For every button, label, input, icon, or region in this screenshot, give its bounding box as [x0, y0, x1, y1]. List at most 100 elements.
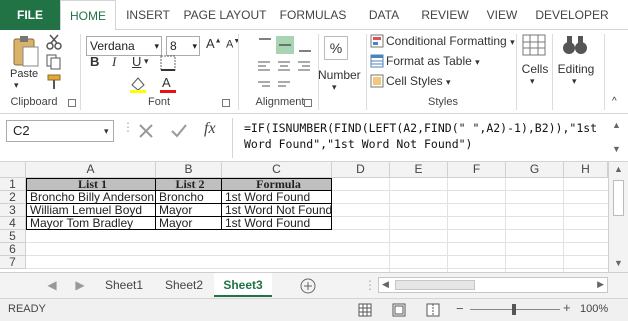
column-header[interactable]: B	[156, 162, 222, 178]
cancel-icon[interactable]	[138, 123, 154, 139]
paste-icon[interactable]	[10, 34, 40, 68]
vertical-scrollbar[interactable]: ▲ ▼	[608, 162, 628, 272]
underline-dropdown-icon[interactable]: ▾	[144, 56, 149, 67]
font-size-combo[interactable]: 8 ▾	[166, 36, 200, 56]
percent-style-icon[interactable]: %	[324, 36, 348, 60]
insert-function-icon[interactable]: fx	[204, 120, 216, 138]
page-layout-view-icon[interactable]	[392, 303, 406, 317]
cells-dropdown-icon[interactable]: ▾	[530, 76, 535, 87]
tab-review[interactable]: REVIEW	[414, 0, 476, 30]
format-as-table-button[interactable]: Format as Table ▾	[386, 54, 480, 68]
font-name-dropdown-icon[interactable]: ▾	[154, 37, 159, 55]
column-header[interactable]: H	[564, 162, 608, 178]
scroll-left-icon[interactable]: ◀	[382, 279, 389, 290]
format-painter-icon[interactable]	[46, 74, 62, 90]
tab-split-icon[interactable]: ⋮	[364, 273, 376, 297]
enter-icon[interactable]	[170, 123, 188, 139]
conditional-formatting-icon[interactable]	[370, 34, 384, 48]
column-header[interactable]: A	[26, 162, 156, 178]
horizontal-align-icons[interactable]	[256, 58, 316, 76]
new-sheet-icon[interactable]	[300, 278, 316, 294]
scroll-right-icon[interactable]: ▶	[597, 279, 604, 290]
cells-button[interactable]: Cells	[520, 62, 550, 76]
font-launcher-icon[interactable]	[222, 99, 230, 107]
cell-c2[interactable]: 1st Word Found	[222, 191, 332, 204]
indent-icons[interactable]	[256, 78, 316, 94]
tab-developer[interactable]: DEVELOPER	[530, 0, 614, 30]
number-group-button[interactable]: Number	[318, 68, 361, 82]
italic-button[interactable]: I	[112, 54, 116, 70]
cell-c4[interactable]: 1st Word Found	[222, 217, 332, 230]
tab-view[interactable]: VIEW	[478, 0, 526, 30]
tab-formulas[interactable]: FORMULAS	[274, 0, 352, 30]
tab-insert[interactable]: INSERT	[118, 0, 178, 30]
font-color-icon[interactable]: A	[158, 75, 178, 93]
zoom-out-icon[interactable]: −	[456, 301, 464, 316]
clipboard-launcher-icon[interactable]	[68, 99, 76, 107]
vertical-align-icons[interactable]	[256, 36, 316, 54]
formula-bar-scroll-up-icon[interactable]: ▲	[612, 120, 621, 130]
binoculars-icon[interactable]	[562, 34, 588, 56]
copy-icon[interactable]	[46, 54, 62, 70]
select-all-corner[interactable]	[0, 162, 26, 178]
alignment-launcher-icon[interactable]	[304, 99, 312, 107]
zoom-in-icon[interactable]: +	[563, 300, 571, 315]
formula-input[interactable]: =IF(ISNUMBER(FIND(LEFT(A2,FIND(" ",A2)-1…	[244, 120, 614, 152]
scroll-up-icon[interactable]: ▲	[614, 164, 623, 174]
cell-styles-icon[interactable]	[370, 74, 384, 88]
editing-dropdown-icon[interactable]: ▾	[572, 76, 577, 87]
header-cell-c1[interactable]: Formula	[222, 178, 332, 191]
name-box-dropdown-icon[interactable]: ▾	[104, 126, 109, 137]
cell-a4[interactable]: Mayor Tom Bradley	[27, 217, 155, 230]
editing-button[interactable]: Editing	[556, 62, 596, 76]
column-header[interactable]: C	[222, 162, 332, 178]
underline-button[interactable]: U	[132, 54, 141, 69]
font-size-dropdown-icon[interactable]: ▾	[192, 37, 197, 55]
column-header[interactable]: D	[332, 162, 390, 178]
tab-home[interactable]: HOME	[60, 0, 116, 31]
fill-color-icon[interactable]	[128, 75, 148, 93]
zoom-slider-thumb[interactable]	[512, 304, 516, 315]
format-as-table-icon[interactable]	[370, 54, 384, 68]
number-dropdown-icon[interactable]: ▾	[332, 82, 337, 93]
cell-a3[interactable]: William Lemuel Boyd	[27, 204, 155, 217]
sheet-tab-sheet1[interactable]: Sheet1	[96, 273, 152, 297]
formula-bar-scroll-down-icon[interactable]: ▼	[612, 144, 621, 154]
font-name-combo[interactable]: Verdana ▾	[86, 36, 162, 56]
borders-icon[interactable]	[160, 55, 178, 71]
scroll-down-icon[interactable]: ▼	[614, 258, 623, 268]
sheet-tab-sheet3[interactable]: Sheet3	[214, 273, 272, 297]
next-sheet-icon[interactable]: ▶	[70, 273, 90, 297]
tab-file[interactable]: FILE	[0, 0, 60, 30]
cells-icon[interactable]	[522, 34, 546, 56]
horizontal-scrollbar[interactable]: ◀ ▶	[378, 277, 608, 293]
horizontal-scroll-thumb[interactable]	[395, 280, 475, 290]
previous-sheet-icon[interactable]: ◀	[42, 273, 62, 297]
cell-b4[interactable]: Mayor	[156, 217, 221, 230]
cell-b3[interactable]: Mayor	[156, 204, 221, 217]
paste-label[interactable]: Paste	[10, 68, 38, 80]
name-box[interactable]: C2	[6, 120, 114, 142]
column-header[interactable]: F	[448, 162, 506, 178]
collapse-ribbon-icon[interactable]: ^	[612, 96, 617, 107]
tab-page-layout[interactable]: PAGE LAYOUT	[180, 0, 270, 30]
cell-a2[interactable]: Broncho Billy Anderson	[27, 191, 155, 204]
paste-dropdown-icon[interactable]: ▾	[14, 80, 19, 91]
sheet-tab-sheet2[interactable]: Sheet2	[156, 273, 212, 297]
cell-styles-button[interactable]: Cell Styles ▾	[386, 74, 451, 88]
column-header[interactable]: E	[390, 162, 448, 178]
cell-c3[interactable]: 1st Word Not Found	[222, 204, 332, 217]
bold-button[interactable]: B	[90, 54, 99, 69]
zoom-level[interactable]: 100%	[580, 303, 608, 315]
page-break-view-icon[interactable]	[426, 303, 440, 317]
header-cell-b1[interactable]: List 2	[156, 178, 221, 191]
conditional-formatting-button[interactable]: Conditional Formatting ▾	[386, 34, 515, 48]
increase-font-icon[interactable]: A▲	[206, 36, 222, 51]
row-header[interactable]: 7	[0, 256, 26, 269]
column-header[interactable]: G	[506, 162, 564, 178]
header-cell-a1[interactable]: List 1	[27, 178, 155, 191]
scroll-thumb[interactable]	[613, 180, 624, 216]
cell-b2[interactable]: Broncho	[156, 191, 221, 204]
cut-icon[interactable]	[46, 34, 62, 50]
tab-data[interactable]: DATA	[358, 0, 410, 30]
